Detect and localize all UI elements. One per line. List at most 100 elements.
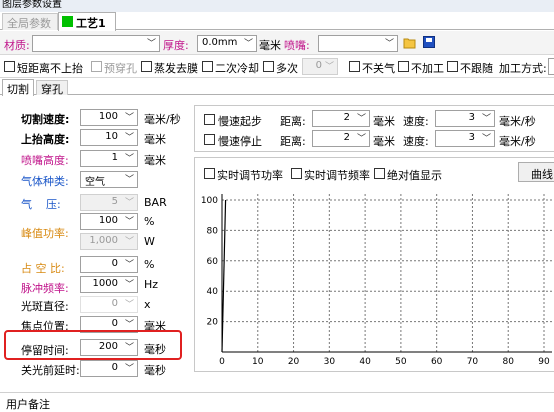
cutting-speed-spinner[interactable]: 100 ﹀ xyxy=(80,109,138,126)
slow-stop-distance-spinner[interactable]: 2 ﹀ xyxy=(312,130,370,147)
gas-pressure-unit: BAR xyxy=(144,196,167,209)
no-follow-checkbox[interactable] xyxy=(447,61,458,72)
realtime-power-checkbox[interactable] xyxy=(204,168,215,179)
evaporate-film-checkbox[interactable] xyxy=(141,61,152,72)
slow-start-speed-spinner[interactable]: 3 ﹀ xyxy=(435,110,495,127)
chevron-down-icon: ﹀ xyxy=(124,133,134,143)
lift-height-label: 上抬高度: xyxy=(21,133,70,146)
window-title-bar: 图层参数设置 xyxy=(0,0,554,12)
user-note-divider xyxy=(0,392,554,393)
pre-close-delay-label: 关光前延时: xyxy=(21,364,80,377)
duty-cycle-label: 占 空 比: xyxy=(21,262,65,275)
y-tick-label: 40 xyxy=(207,287,219,297)
absolute-display-checkbox[interactable] xyxy=(374,168,385,179)
lift-height-unit: 毫米 xyxy=(144,133,166,146)
x-tick-label: 30 xyxy=(324,357,336,367)
material-select[interactable]: ﹀ xyxy=(32,35,160,52)
duty-cycle-unit: % xyxy=(144,258,155,271)
tab-global-params[interactable]: 全局参数 xyxy=(2,13,58,30)
pre-close-delay-unit: 毫秒 xyxy=(144,364,166,377)
slow-stop-checkbox[interactable] xyxy=(204,134,215,145)
slow-start-checkbox[interactable] xyxy=(204,114,215,125)
spot-diameter-spinner[interactable]: 0 ﹀ xyxy=(80,296,138,313)
peak-power-spinner[interactable]: 1,000 ﹀ xyxy=(80,233,138,250)
speed-label-1: 速度: xyxy=(403,115,429,128)
chevron-down-icon: ﹀ xyxy=(124,364,134,374)
lift-height-spinner[interactable]: 10 ﹀ xyxy=(80,129,138,146)
pulse-frequency-label: 脉冲频率: xyxy=(21,282,69,295)
gas-type-select[interactable]: 空气 ﹀ xyxy=(80,171,138,188)
window-title: 图层参数设置 xyxy=(2,0,62,10)
chevron-down-icon: ﹀ xyxy=(124,320,134,330)
tab-process-1[interactable]: 工艺1 xyxy=(58,12,116,31)
chevron-down-icon: ﹀ xyxy=(324,62,334,72)
x-tick-label: 20 xyxy=(288,357,300,367)
y-tick-label: 80 xyxy=(207,226,219,236)
chevron-down-icon: ﹀ xyxy=(124,113,134,123)
gas-pressure-label: 气 压: xyxy=(21,198,61,211)
tab-cutting[interactable]: 切割 xyxy=(2,79,34,96)
pre-close-delay-spinner[interactable]: 0 ﹀ xyxy=(80,360,138,377)
chevron-down-icon: ﹀ xyxy=(481,114,491,124)
peak-power-unit: W xyxy=(144,235,155,248)
pre-pierce-checkbox[interactable] xyxy=(91,61,102,72)
curve-button[interactable]: 曲线 xyxy=(518,162,554,182)
pulse-frequency-spinner[interactable]: 1000 ﹀ xyxy=(80,276,138,293)
power-curve-chart: 0 10 20 30 40 50 60 70 80 90 100 80 60 40 20 xyxy=(201,194,552,367)
thickness-label: 厚度: xyxy=(163,39,189,52)
secondary-cooling-checkbox[interactable] xyxy=(202,61,213,72)
multiple-times-checkbox[interactable] xyxy=(263,61,274,72)
distance-label-2: 距离: xyxy=(280,135,306,148)
dwell-time-highlight-box xyxy=(4,330,182,360)
thickness-select[interactable]: 0.0mm ﹀ xyxy=(197,35,257,52)
y-tick-label: 60 xyxy=(207,257,219,267)
chevron-down-icon: ﹀ xyxy=(124,300,134,310)
peak-power-label: 峰值功率: xyxy=(21,227,69,240)
slow-start-distance-spinner[interactable]: 2 ﹀ xyxy=(312,110,370,127)
y-tick-label: 100 xyxy=(201,196,218,206)
no-close-gas-checkbox[interactable] xyxy=(349,61,360,72)
pulse-frequency-unit: Hz xyxy=(144,278,159,291)
x-tick-label: 50 xyxy=(395,357,407,367)
chevron-down-icon: ﹀ xyxy=(146,39,156,49)
x-tick-label: 10 xyxy=(252,357,264,367)
power-percent-spinner[interactable]: 100 ﹀ xyxy=(80,213,138,230)
process-mode-select[interactable] xyxy=(548,58,554,75)
chevron-down-icon: ﹀ xyxy=(124,154,134,164)
x-tick-label: 0 xyxy=(219,357,225,367)
cutting-speed-label: 切割速度: xyxy=(21,113,70,126)
chevron-down-icon: ﹀ xyxy=(384,39,394,49)
power-percent-unit: % xyxy=(144,215,155,228)
process-color-swatch xyxy=(62,16,73,27)
distance-label-1: 距离: xyxy=(280,115,306,128)
chevron-down-icon: ﹀ xyxy=(124,280,134,290)
chevron-down-icon: ﹀ xyxy=(124,175,134,185)
duty-cycle-spinner[interactable]: 0 ﹀ xyxy=(80,256,138,273)
chevron-down-icon: ﹀ xyxy=(243,39,253,49)
nozzle-height-label: 喷嘴高度: xyxy=(21,154,69,167)
chevron-down-icon: ﹀ xyxy=(356,114,366,124)
nozzle-select[interactable]: ﹀ xyxy=(318,35,398,52)
nozzle-height-spinner[interactable]: 1 ﹀ xyxy=(80,150,138,167)
tab-piercing[interactable]: 穿孔 xyxy=(36,80,68,96)
x-tick-label: 80 xyxy=(502,357,514,367)
short-distance-no-lift-checkbox[interactable] xyxy=(4,61,15,72)
process-mode-label: 加工方式: xyxy=(499,62,547,75)
power-curve-line xyxy=(221,199,227,353)
nozzle-label: 喷嘴: xyxy=(284,39,310,52)
x-tick-label: 40 xyxy=(359,357,371,367)
chevron-down-icon: ﹀ xyxy=(356,134,366,144)
gas-type-label: 气体种类: xyxy=(21,175,69,188)
chevron-down-icon: ﹀ xyxy=(124,260,134,270)
multiple-times-spinner[interactable]: 0 ﹀ xyxy=(302,58,338,75)
chevron-down-icon: ﹀ xyxy=(124,237,134,247)
cutting-speed-unit: 毫米/秒 xyxy=(144,113,181,126)
no-process-checkbox[interactable] xyxy=(398,61,409,72)
open-folder-icon[interactable] xyxy=(403,36,417,49)
chevron-down-icon: ﹀ xyxy=(124,198,134,208)
realtime-frequency-checkbox[interactable] xyxy=(291,168,302,179)
gas-pressure-spinner[interactable]: 5 ﹀ xyxy=(80,194,138,211)
x-tick-label: 60 xyxy=(431,357,443,367)
slow-stop-speed-spinner[interactable]: 3 ﹀ xyxy=(435,130,495,147)
save-icon[interactable] xyxy=(423,36,435,48)
